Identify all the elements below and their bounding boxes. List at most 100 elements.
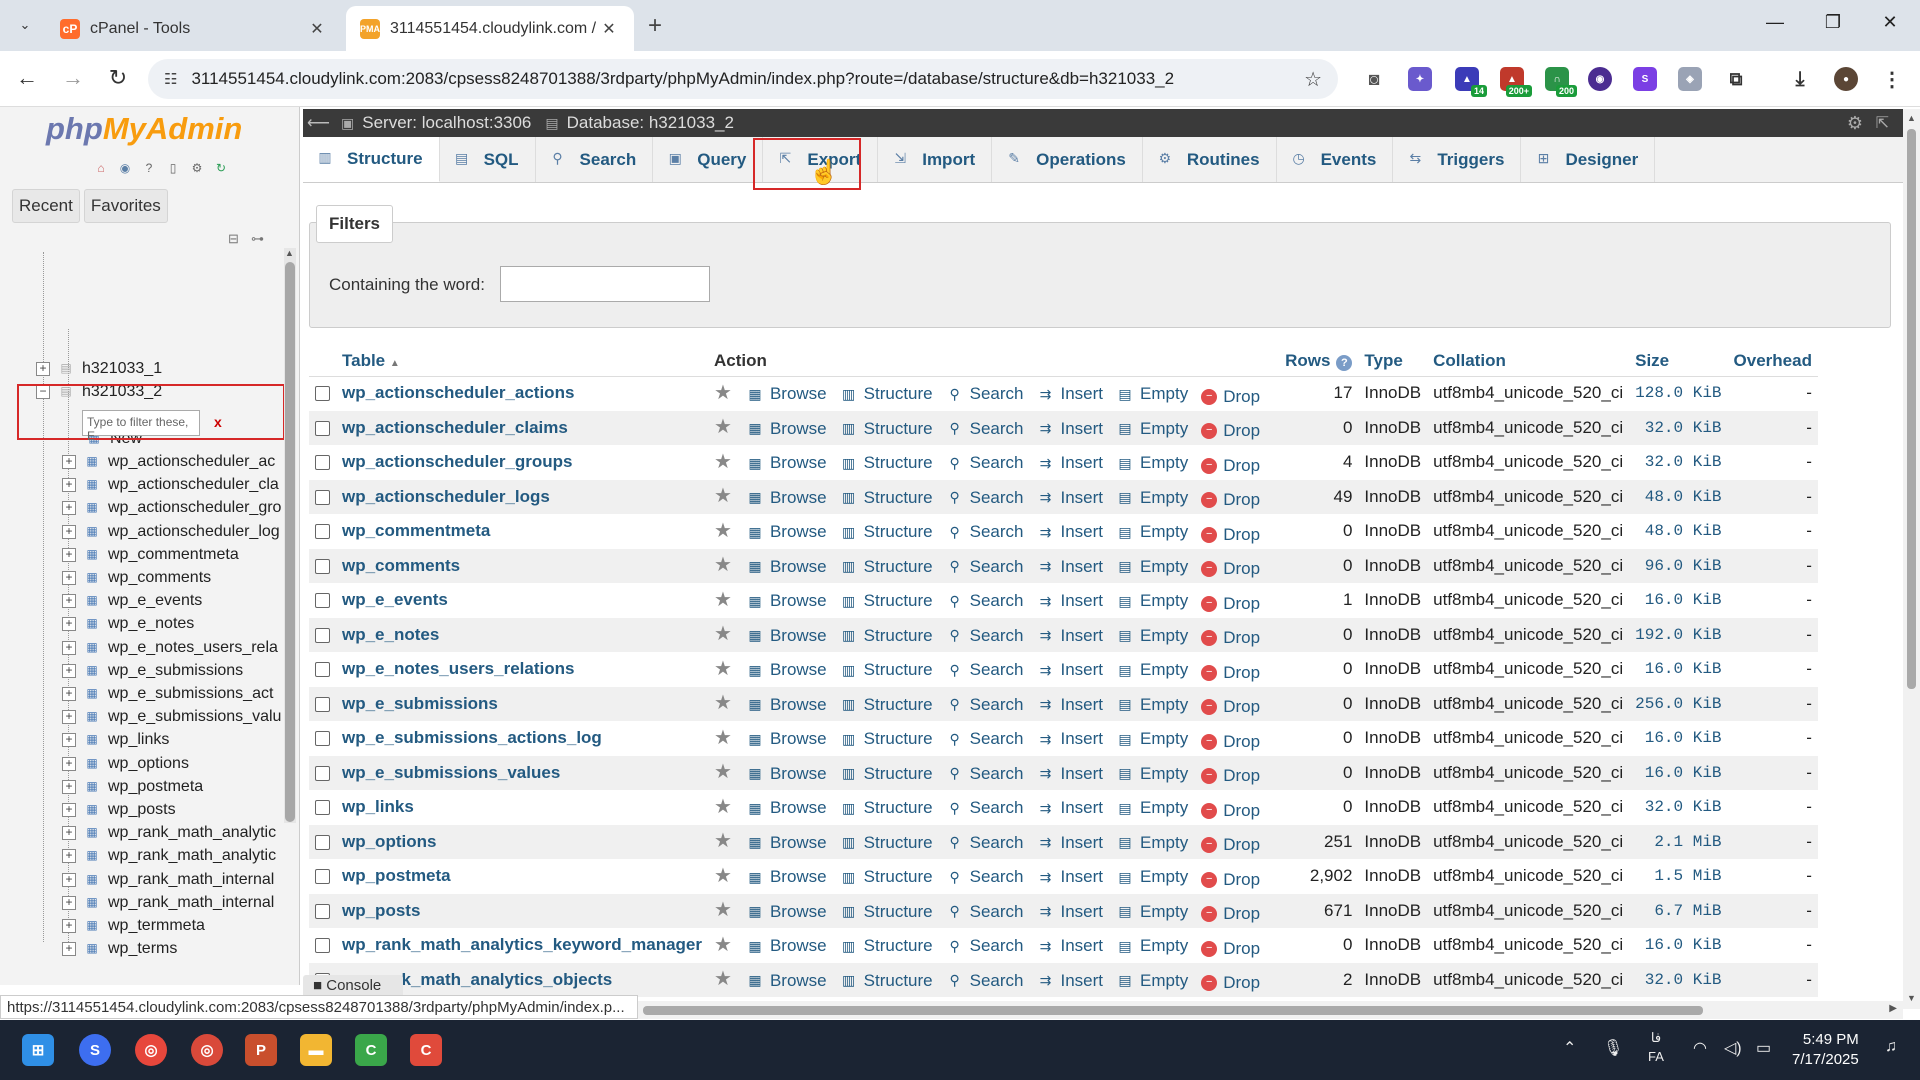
row-checkbox[interactable] xyxy=(315,593,330,609)
insert-action-link[interactable]: ⇉ Insert xyxy=(1037,488,1103,508)
expand-icon[interactable]: + xyxy=(62,849,76,864)
expand-icon[interactable]: + xyxy=(62,919,76,933)
rows-column-header[interactable]: Rows? xyxy=(1279,346,1359,377)
drop-action-link[interactable]: − Drop xyxy=(1201,973,1260,993)
structure-action-link[interactable]: ▥ Structure xyxy=(840,867,933,887)
insert-action-link[interactable]: ⇉ Insert xyxy=(1037,453,1103,473)
collation-column-header[interactable]: Collation xyxy=(1427,346,1630,377)
row-checkbox[interactable] xyxy=(315,489,330,505)
menu-tab-import[interactable]: ⇲ Import xyxy=(878,137,993,182)
table-name-link[interactable]: wp_actionscheduler_logs xyxy=(336,479,709,515)
wifi-icon[interactable]: ◠ xyxy=(1693,1038,1707,1058)
table-name-link[interactable]: wp_postmeta xyxy=(336,859,709,894)
empty-action-link[interactable]: ▤ Empty xyxy=(1116,867,1188,887)
search-action-link[interactable]: ⚲ Search xyxy=(946,833,1023,853)
menu-tab-sql[interactable]: ▤ SQL xyxy=(440,137,536,182)
search-action-link[interactable]: ⚲ Search xyxy=(946,384,1023,404)
row-checkbox[interactable] xyxy=(315,455,330,471)
filter-clear-button[interactable]: x xyxy=(214,414,222,430)
search-action-link[interactable]: ⚲ Search xyxy=(946,453,1023,473)
menu-tab-query[interactable]: ▣ Query xyxy=(653,137,764,182)
structure-action-link[interactable]: ▥ Structure xyxy=(840,626,933,646)
browse-action-link[interactable]: ▦ Browse xyxy=(746,695,826,715)
favorite-star-icon[interactable]: ★ xyxy=(714,865,732,887)
row-checkbox[interactable] xyxy=(315,938,330,954)
browse-action-link[interactable]: ▦ Browse xyxy=(746,419,826,439)
expand-icon[interactable]: + xyxy=(62,617,76,632)
browse-action-link[interactable]: ▦ Browse xyxy=(746,591,826,611)
overhead-column-header[interactable]: Overhead xyxy=(1727,346,1818,377)
tree-table-item[interactable]: + ▦ wp_e_notes_users_rela xyxy=(62,636,278,660)
battery-icon[interactable]: ▭ xyxy=(1756,1038,1771,1058)
search-action-link[interactable]: ⚲ Search xyxy=(946,764,1023,784)
tree-table-item[interactable]: + ▦ wp_links xyxy=(62,728,169,752)
restore-icon[interactable]: ❐ xyxy=(1813,12,1853,33)
browse-action-link[interactable]: ▦ Browse xyxy=(746,867,826,887)
favorite-star-icon[interactable]: ★ xyxy=(714,761,732,783)
structure-action-link[interactable]: ▥ Structure xyxy=(840,660,933,680)
windows-start-icon[interactable]: ⊞ xyxy=(22,1034,54,1066)
menu-tab-routines[interactable]: ⚙ Routines xyxy=(1143,137,1277,182)
menu-tab-events[interactable]: ◷ Events xyxy=(1277,137,1394,182)
search-action-link[interactable]: ⚲ Search xyxy=(946,902,1023,922)
search-action-link[interactable]: ⚲ Search xyxy=(946,867,1023,887)
scroll-up-icon[interactable]: ▲ xyxy=(285,248,294,258)
structure-action-link[interactable]: ▥ Structure xyxy=(840,522,933,542)
main-vertical-scrollbar[interactable]: ▲ ▼ xyxy=(1903,109,1920,1009)
browse-action-link[interactable]: ▦ Browse xyxy=(746,660,826,680)
row-checkbox[interactable] xyxy=(315,903,330,919)
structure-action-link[interactable]: ▥ Structure xyxy=(840,833,933,853)
structure-action-link[interactable]: ▥ Structure xyxy=(840,798,933,818)
tree-table-item[interactable]: + ▦ wp_rank_math_internal xyxy=(62,868,274,892)
docs-icon[interactable]: ? xyxy=(140,159,158,177)
scroll-down-icon[interactable]: ▼ xyxy=(1907,993,1916,1003)
chrome-icon[interactable]: ◎ xyxy=(135,1034,167,1066)
bookmark-star-icon[interactable]: ☆ xyxy=(1304,67,1322,92)
empty-action-link[interactable]: ▤ Empty xyxy=(1116,384,1188,404)
search-action-link[interactable]: ⚲ Search xyxy=(946,488,1023,508)
size-value[interactable]: 1.5 MiB xyxy=(1629,859,1728,894)
drop-action-link[interactable]: − Drop xyxy=(1201,559,1260,579)
search-action-link[interactable]: ⚲ Search xyxy=(946,660,1023,680)
table-name-link[interactable]: wp_actionscheduler_claims xyxy=(336,410,709,446)
table-filter-input[interactable]: Type to filter these, E xyxy=(82,410,200,443)
reload-icon[interactable]: ↻ xyxy=(103,65,133,91)
file-explorer-icon[interactable]: ▬ xyxy=(300,1034,332,1066)
row-checkbox[interactable] xyxy=(315,765,330,781)
tray-expand-icon[interactable]: ⌃ xyxy=(1563,1038,1576,1058)
browse-action-link[interactable]: ▦ Browse xyxy=(746,522,826,542)
row-checkbox[interactable] xyxy=(315,386,330,402)
tab-close-icon[interactable]: ✕ xyxy=(598,19,620,39)
collapse-header-icon[interactable]: ⇱ xyxy=(1876,113,1889,133)
browse-action-link[interactable]: ▦ Browse xyxy=(746,384,826,404)
browse-action-link[interactable]: ▦ Browse xyxy=(746,729,826,749)
drop-action-link[interactable]: − Drop xyxy=(1201,387,1260,407)
browser-tab-cpanel[interactable]: cP cPanel - Tools ✕ xyxy=(46,6,342,51)
table-name-link[interactable]: wp_posts xyxy=(336,893,709,929)
empty-action-link[interactable]: ▤ Empty xyxy=(1116,764,1188,784)
tree-table-item[interactable]: + ▦ wp_rank_math_analytic xyxy=(62,844,276,868)
structure-action-link[interactable]: ▥ Structure xyxy=(840,695,933,715)
size-value[interactable]: 256.0 KiB xyxy=(1629,686,1728,722)
search-action-link[interactable]: ⚲ Search xyxy=(946,419,1023,439)
table-name-link[interactable]: wp_e_submissions_actions_log xyxy=(336,721,709,756)
size-value[interactable]: 16.0 KiB xyxy=(1629,928,1728,963)
drop-action-link[interactable]: − Drop xyxy=(1201,939,1260,959)
table-name-link[interactable]: wp_e_submissions_values xyxy=(336,755,709,791)
pma-logo[interactable]: phpMyAdmin xyxy=(46,111,242,147)
row-checkbox[interactable] xyxy=(315,869,330,885)
scroll-right-icon[interactable]: ▶ xyxy=(1889,1003,1897,1014)
drop-action-link[interactable]: − Drop xyxy=(1201,801,1260,821)
expand-icon[interactable]: + xyxy=(62,455,76,469)
forward-arrow-icon[interactable]: → xyxy=(58,65,88,91)
structure-action-link[interactable]: ▥ Structure xyxy=(840,557,933,577)
search-action-link[interactable]: ⚲ Search xyxy=(946,591,1023,611)
size-value[interactable]: 2.1 MiB xyxy=(1629,824,1728,860)
empty-action-link[interactable]: ▤ Empty xyxy=(1116,557,1188,577)
insert-action-link[interactable]: ⇉ Insert xyxy=(1037,764,1103,784)
row-checkbox[interactable] xyxy=(315,800,330,816)
chrome-profile-icon[interactable]: ◎ xyxy=(191,1034,223,1066)
insert-action-link[interactable]: ⇉ Insert xyxy=(1037,591,1103,611)
drop-action-link[interactable]: − Drop xyxy=(1201,766,1260,786)
recent-tab[interactable]: Recent xyxy=(12,189,80,223)
